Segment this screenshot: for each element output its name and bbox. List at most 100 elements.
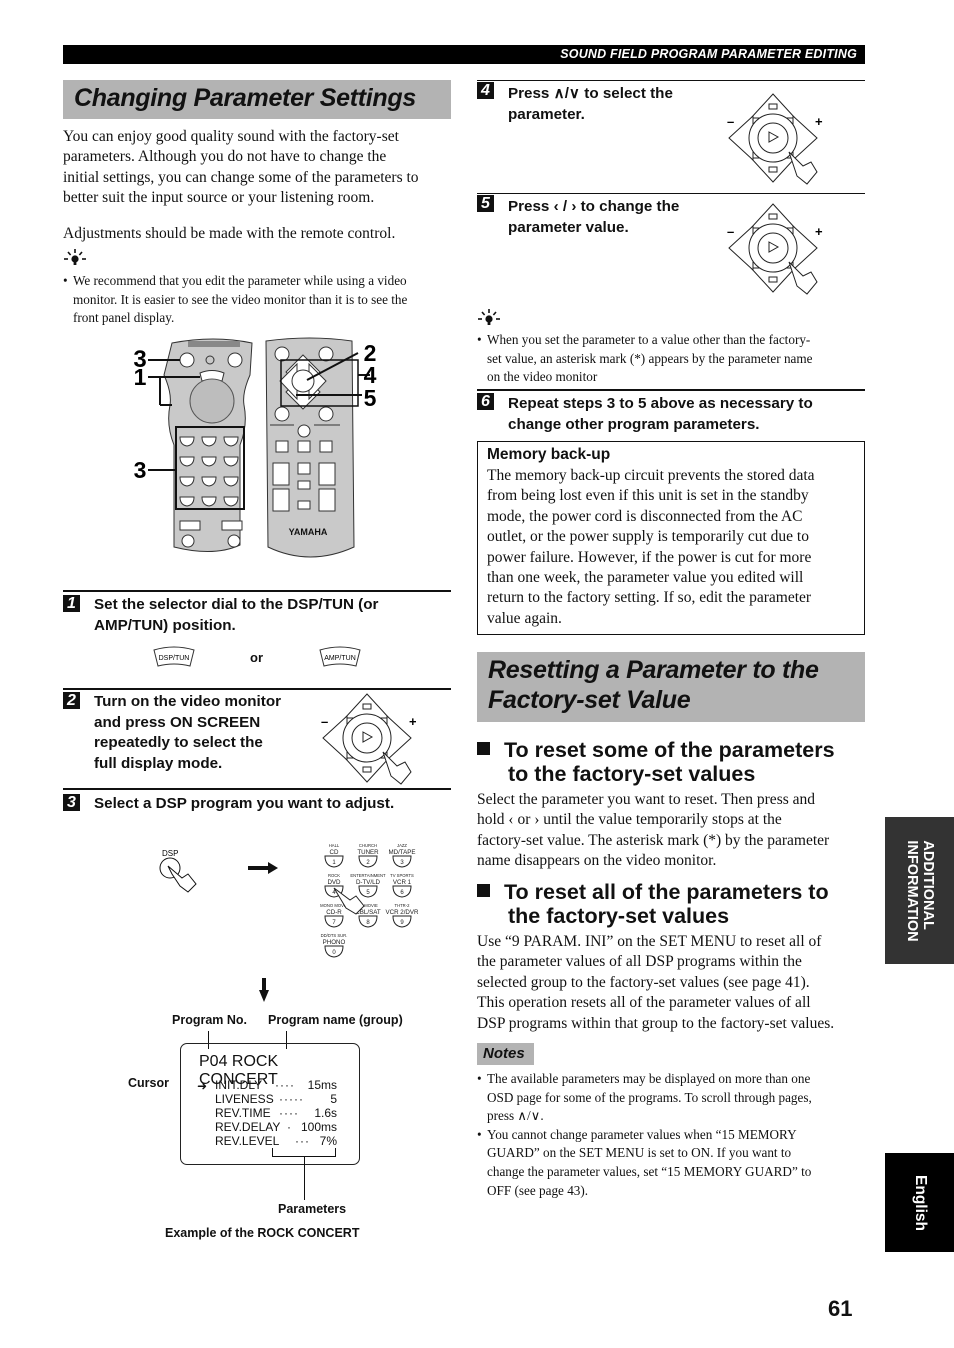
plus-label: + xyxy=(815,224,823,239)
text-line: monitor. It is easier to see the video m… xyxy=(73,291,408,307)
pressing-hand-icon xyxy=(788,261,818,295)
memory-backup-title: Memory back-up xyxy=(487,446,611,463)
text-line: press ∧/∨. xyxy=(487,1108,544,1124)
side-tab-additional-information[interactable]: ADDITIONAL INFORMATION xyxy=(885,817,954,964)
text-line: Repeat steps 3 to 5 above as necessary t… xyxy=(508,395,813,412)
text-line: initial settings, you can change some of… xyxy=(63,168,419,186)
program-label: JAZZ xyxy=(397,843,407,848)
step-divider xyxy=(477,80,865,81)
step-number-6: 6 xyxy=(477,393,494,410)
osd-param-row: REV.TIME ···· 1.6s xyxy=(215,1106,337,1120)
program-label: THTR-2 xyxy=(395,903,411,908)
tip-list-right: When you set the parameter to a value ot… xyxy=(477,331,869,387)
pressing-hand-icon xyxy=(788,151,818,185)
step-number-1: 1 xyxy=(63,595,80,612)
callout-1-dial: 1 xyxy=(134,364,147,390)
notes-list: The available parameters may be displaye… xyxy=(477,1070,869,1200)
subheading-reset-some: To reset some of the parameters to the f… xyxy=(477,738,835,786)
section-title-text: Resetting a Parameter to the Factory-set… xyxy=(488,655,819,715)
subheading-reset-all: To reset all of the parameters to the fa… xyxy=(477,880,829,928)
side-tab-english[interactable]: English xyxy=(885,1153,954,1252)
source-label: VCR 2/DVR xyxy=(385,909,419,916)
text-line: front panel display. xyxy=(73,310,175,326)
step-number-2: 2 xyxy=(63,692,80,709)
text-line: Press ‹ / › to change the xyxy=(508,198,680,215)
remote-brand: YAMAHA xyxy=(289,527,328,537)
pressing-hand-icon xyxy=(382,751,412,785)
step-6-text: Repeat steps 3 to 5 above as necessary t… xyxy=(508,394,813,435)
text-line: ADDITIONAL xyxy=(919,839,936,930)
reset-some-paragraph: Select the parameter you want to reset. … xyxy=(477,790,869,872)
program-label: ENTERTAINMENT xyxy=(350,873,386,878)
text-line: Factory-set Value xyxy=(488,686,691,714)
dial-label: AMP/TUN xyxy=(324,655,356,662)
program-key: HALLCD1 xyxy=(324,843,344,868)
source-label: DVD xyxy=(327,879,341,886)
text-line: Set the selector dial to the DSP/TUN (or xyxy=(94,596,379,613)
program-label: ROCK xyxy=(328,873,340,878)
source-label: D-TV/LD xyxy=(356,879,381,886)
text-line: Press ∧/∨ to select the xyxy=(508,85,673,102)
side-tab-label: ADDITIONAL INFORMATION xyxy=(904,840,936,941)
osd-display: P04 ROCK CONCERT ➜ INIT.DLY ···· 15ms LIVE… xyxy=(180,1043,360,1165)
arrow-down-icon xyxy=(259,978,269,1002)
text-line: the factory-set values xyxy=(508,904,730,928)
text-line: hold ‹ or › until the value temporarily … xyxy=(477,811,782,829)
text-line: the parameter values of all DSP programs… xyxy=(477,953,802,971)
running-header: SOUND FIELD PROGRAM PARAMETER EDITING xyxy=(63,45,865,64)
cursor-arrow-icon: ➜ xyxy=(197,1079,208,1093)
program-key: ENTERTAINMENTD-TV/LD5 xyxy=(350,873,386,898)
dsp-button xyxy=(179,352,195,368)
text-line: You can enjoy good quality sound with th… xyxy=(63,128,399,145)
text-line: OSD page for some of the programs. To sc… xyxy=(487,1089,812,1105)
section-title-resetting: Resetting a Parameter to the Factory-set… xyxy=(477,652,865,722)
note-item: You cannot change parameter values when … xyxy=(477,1126,869,1200)
text-line: set value, an asterisk mark (*) appears … xyxy=(487,350,813,366)
minus-label: – xyxy=(321,714,328,729)
minus-label: – xyxy=(727,114,734,129)
program-label: CHURCH xyxy=(359,843,377,848)
text-line: parameters. Although you do not have to … xyxy=(63,148,387,166)
step-divider xyxy=(63,788,451,790)
lightbulb-tip-icon xyxy=(478,309,500,325)
program-key: DD/DTS SUR.PHONO0 xyxy=(321,933,348,958)
text-line: Turn on the video monitor xyxy=(94,693,282,710)
text-line: power failure. However, if the power is … xyxy=(487,548,812,566)
step-number-4: 4 xyxy=(477,82,494,99)
source-label: MD/TAPE xyxy=(388,849,415,856)
step-2-text: Turn on the video monitor and press ON S… xyxy=(94,692,281,774)
ir-window xyxy=(188,341,240,347)
program-key: TV SPORTSVCR 16 xyxy=(390,873,414,898)
text-line: from being lost even if this unit is set… xyxy=(487,487,809,505)
program-key: MONO MOVIECD-R7 xyxy=(320,903,348,928)
text-line: AMP/TUN) position. xyxy=(94,616,236,634)
text-line: parameter. xyxy=(508,105,585,123)
text-line: GUARD” on the SET MENU is set to ON. If … xyxy=(487,1145,792,1161)
minus-label: – xyxy=(727,224,734,239)
label-program-name: Program name (group) xyxy=(268,1013,403,1027)
tip-item: When you set the parameter to a value ot… xyxy=(477,331,869,387)
text-line: and press ON SCREEN xyxy=(94,713,261,731)
section-title-changing: Changing Parameter Settings xyxy=(63,80,451,119)
text-line: To reset all of the parameters to xyxy=(504,880,829,904)
square-bullet-icon xyxy=(477,884,490,897)
memory-backup-text: The memory back-up circuit prevents the … xyxy=(487,466,859,629)
step-5-text: Press ‹ / › to change the parameter valu… xyxy=(508,197,679,238)
remote-control-illustration: YAMAHA 3 1 3 2 4 5 xyxy=(133,337,377,558)
text-line: full display mode. xyxy=(94,754,223,772)
adjust-note: Adjustments should be made with the remo… xyxy=(63,225,396,242)
text-line: mode, the power cord is disconnected fro… xyxy=(487,507,803,525)
callout-3-keypad: 3 xyxy=(134,457,147,483)
text-line: better suit the input source or your lis… xyxy=(63,189,375,207)
reset-all-paragraph: Use “9 PARAM. INI” on the SET MENU to re… xyxy=(477,932,869,1034)
program-keypad: HALLCD1CHURCHTUNER2JAZZMD/TAPE3ROCKDVD4E… xyxy=(320,843,419,958)
step-divider xyxy=(63,590,451,592)
text-line: We recommend that you edit the parameter… xyxy=(73,273,407,288)
source-label: CD xyxy=(330,849,339,856)
tip-item: We recommend that you edit the parameter… xyxy=(63,272,455,328)
intro-paragraph: You can enjoy good quality sound with th… xyxy=(63,127,453,209)
step-number-3: 3 xyxy=(63,794,80,811)
program-label: DD/DTS SUR. xyxy=(321,933,348,938)
step-divider xyxy=(477,389,865,391)
label-cursor: Cursor xyxy=(128,1076,169,1090)
